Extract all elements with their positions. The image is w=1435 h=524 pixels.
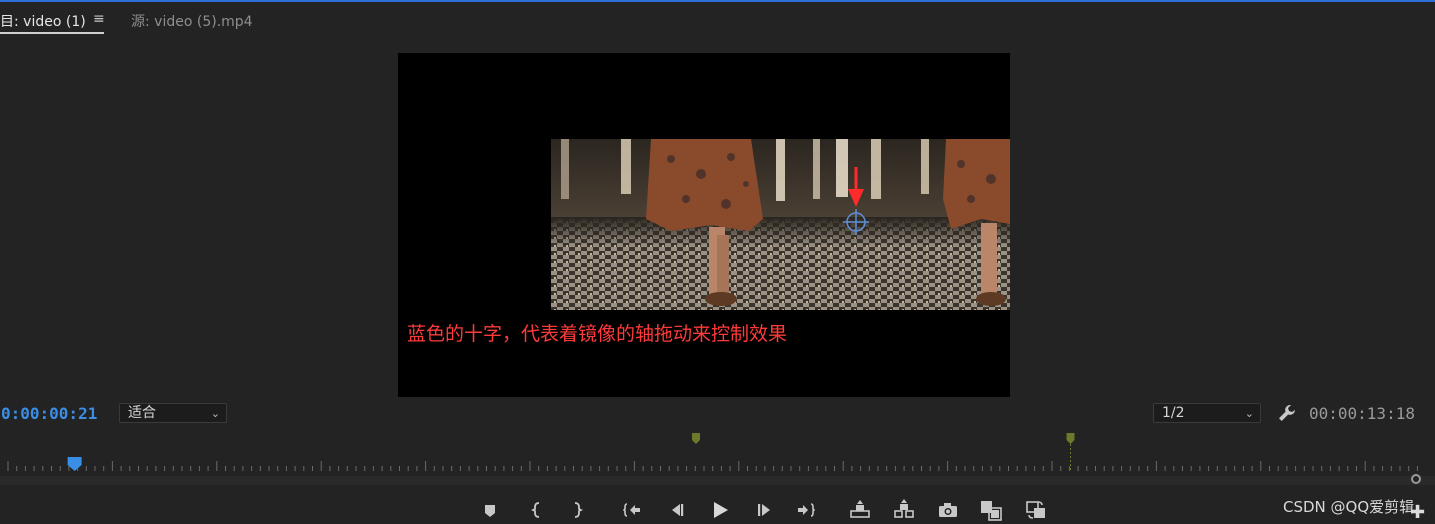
step-forward-button[interactable]	[754, 499, 776, 521]
mark-in-button[interactable]	[526, 499, 548, 521]
playhead	[67, 457, 82, 471]
tab-source-monitor[interactable]: 源: video (5).mp4	[131, 11, 253, 31]
proxies-icon	[1026, 501, 1045, 519]
zoom-scrollbar[interactable]	[0, 476, 1435, 485]
marker-icon	[485, 505, 495, 517]
transport-controls	[0, 495, 1435, 524]
go-to-out-button[interactable]	[795, 499, 817, 521]
extract-icon	[894, 499, 914, 518]
export-frame-button[interactable]	[937, 499, 959, 521]
panel-tab-bar: 目: video (1) ≡ 源: video (5).mp4	[0, 2, 1435, 36]
video-frame	[551, 139, 1010, 310]
step-back-icon	[672, 504, 684, 516]
fit-zoom-select[interactable]: 适合 ⌄	[119, 403, 227, 423]
resolution-value: 1/2	[1162, 405, 1185, 421]
chevron-down-icon: ⌄	[1244, 407, 1254, 420]
go-to-in-icon	[622, 503, 640, 517]
timeline-marker	[1066, 433, 1075, 471]
go-to-in-button[interactable]	[621, 499, 643, 521]
timeline-ruler[interactable]	[0, 430, 1435, 476]
fit-zoom-value: 适合	[128, 405, 156, 421]
duration-timecode: 00:00:13:18	[1309, 404, 1415, 423]
go-to-out-icon	[798, 503, 816, 517]
hamburger-menu-icon[interactable]: ≡	[93, 11, 105, 27]
mark-out-icon	[574, 502, 584, 518]
resolution-select[interactable]: 1/2 ⌄	[1153, 403, 1261, 423]
watermark-text: CSDN @QQ爱剪辑	[1283, 498, 1415, 516]
camera-icon	[939, 503, 957, 517]
comparison-icon	[981, 501, 1002, 521]
timeline-marker	[691, 433, 700, 444]
chevron-down-icon: ⌄	[210, 407, 220, 420]
mark-out-button[interactable]	[566, 499, 588, 521]
extract-button[interactable]	[893, 499, 915, 521]
play-icon	[714, 502, 728, 518]
step-forward-icon	[758, 504, 770, 516]
annotation-text: 蓝色的十字，代表着镜像的轴拖动来控制效果	[407, 323, 788, 345]
lift-icon	[850, 500, 870, 518]
settings-wrench-icon[interactable]	[1276, 402, 1298, 424]
step-back-button[interactable]	[665, 499, 687, 521]
tab-program-monitor[interactable]: 目: video (1)	[0, 11, 86, 31]
toggle-proxies-button[interactable]	[1025, 499, 1047, 521]
add-button-plus-icon[interactable]: ✚	[1410, 502, 1425, 523]
time-ruler-ticks	[7, 433, 1418, 471]
play-button[interactable]	[709, 499, 731, 521]
add-marker-button[interactable]	[479, 499, 501, 521]
video-frame-image	[551, 139, 1010, 310]
zoom-handle[interactable]	[1411, 474, 1421, 484]
comparison-view-button[interactable]	[980, 499, 1002, 521]
current-timecode[interactable]: 0:00:00:21	[1, 404, 97, 423]
active-tab-underline	[0, 32, 104, 34]
program-monitor-preview[interactable]: 蓝色的十字，代表着镜像的轴拖动来控制效果	[398, 53, 1010, 397]
lift-button[interactable]	[849, 499, 871, 521]
mark-in-icon	[530, 502, 540, 518]
